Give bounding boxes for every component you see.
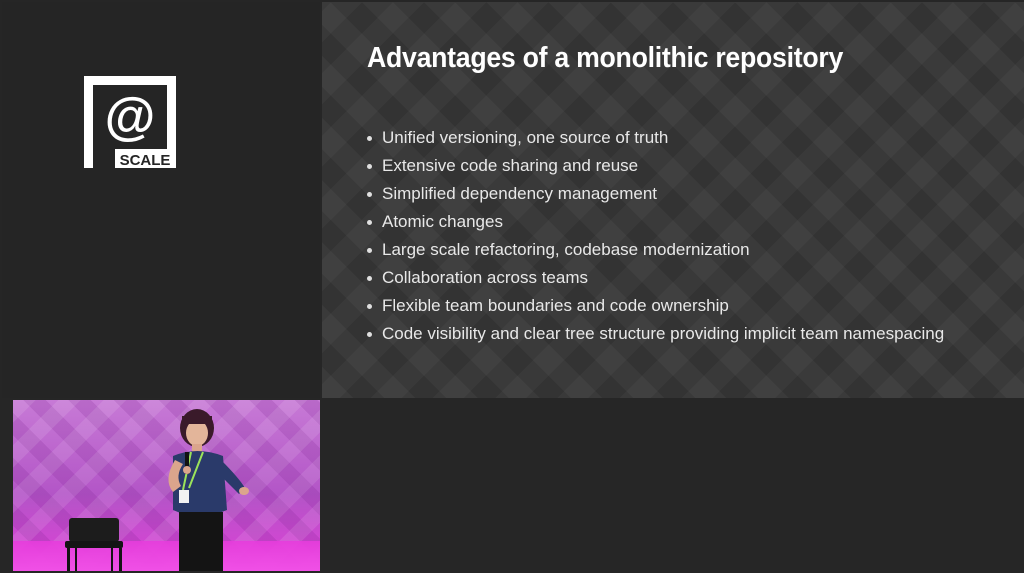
- bullet-text: Collaboration across teams: [382, 268, 588, 287]
- bullet-list: Unified versioning, one source of truth …: [367, 126, 944, 350]
- bullet-text: Atomic changes: [382, 212, 503, 231]
- bullet-text: Code visibility and clear tree structure…: [382, 324, 945, 343]
- speaker-scene: [65, 409, 249, 571]
- bullet-item: Simplified dependency management: [367, 182, 944, 210]
- logo-at-symbol: @: [105, 88, 156, 146]
- bullet-dot-icon: [367, 248, 372, 253]
- logo-scale-text: SCALE: [120, 152, 171, 168]
- speaker-figure: [168, 409, 249, 571]
- slide: Advantages of a monolithic repository Un…: [322, 2, 1024, 398]
- bullet-dot-icon: [367, 164, 372, 169]
- chair-icon: [65, 518, 123, 571]
- bullet-dot-icon: [367, 304, 372, 309]
- branding-panel: @ SCALE: [2, 2, 320, 398]
- bullet-dot-icon: [367, 276, 372, 281]
- bullet-text: Simplified dependency management: [382, 184, 658, 203]
- bullet-text: Unified versioning, one source of truth: [382, 128, 669, 147]
- bullet-dot-icon: [367, 136, 372, 141]
- bullet-dot-icon: [367, 220, 372, 225]
- speaker-video[interactable]: [13, 400, 320, 571]
- presentation-frame: @ SCALE Advantages of a monolithic repos…: [0, 0, 1024, 573]
- bullet-item: Code visibility and clear tree structure…: [367, 322, 944, 350]
- bullet-item: Flexible team boundaries and code owners…: [367, 294, 944, 322]
- bullet-text: Large scale refactoring, codebase modern…: [382, 240, 750, 259]
- bullet-item: Collaboration across teams: [367, 266, 944, 294]
- bullet-item: Large scale refactoring, codebase modern…: [367, 238, 944, 266]
- bullet-item: Atomic changes: [367, 210, 944, 238]
- at-scale-logo: @ SCALE: [84, 76, 176, 168]
- bullet-dot-icon: [367, 332, 372, 337]
- empty-panel: [322, 400, 1024, 573]
- bullet-item: Extensive code sharing and reuse: [367, 154, 944, 182]
- bullet-dot-icon: [367, 192, 372, 197]
- bullet-text: Extensive code sharing and reuse: [382, 156, 639, 175]
- slide-title: Advantages of a monolithic repository: [367, 42, 844, 74]
- bullet-item: Unified versioning, one source of truth: [367, 126, 944, 154]
- bullet-text: Flexible team boundaries and code owners…: [382, 296, 729, 315]
